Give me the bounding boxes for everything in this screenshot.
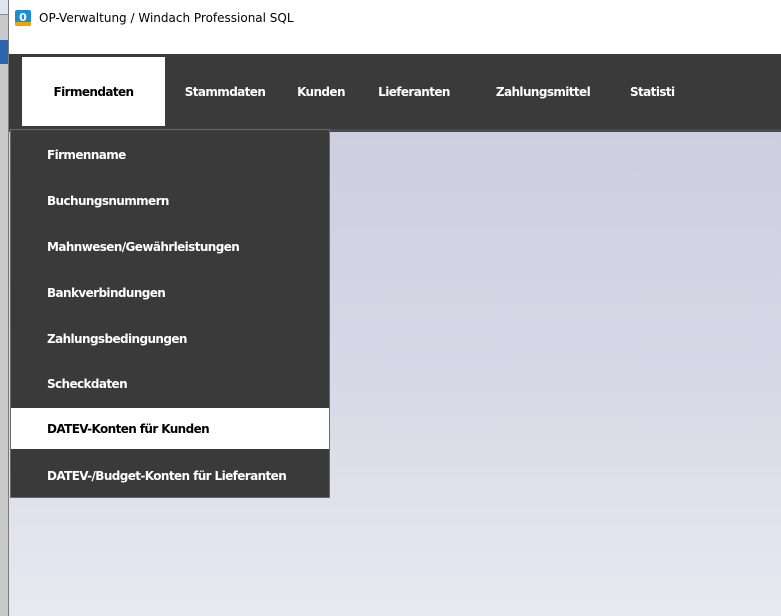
menu-item-statistik[interactable]: Statisti: [616, 54, 696, 129]
app-window: 0 OP-Verwaltung / Windach Professional S…: [8, 0, 781, 616]
dropdown-item-mahnwesen[interactable]: Mahnwesen/Gewährleistungen: [11, 226, 329, 267]
background-window-titlebar: [0, 0, 8, 15]
dropdown-item-buchungsnummern[interactable]: Buchungsnummern: [11, 180, 329, 221]
dropdown-item-scheckdaten[interactable]: Scheckdaten: [11, 363, 329, 404]
window-title: OP-Verwaltung / Windach Professional SQL: [39, 11, 294, 25]
dropdown-item-zahlungsbedingungen[interactable]: Zahlungsbedingungen: [11, 318, 329, 359]
desktop-screen: 0 OP-Verwaltung / Windach Professional S…: [0, 0, 781, 616]
app-logo-icon: 0: [15, 10, 31, 26]
menu-spacer: [9, 36, 781, 54]
menu-item-firmendaten[interactable]: Firmendaten: [21, 56, 166, 127]
menu-item-zahlungsmittel[interactable]: Zahlungsmittel: [470, 54, 616, 129]
title-bar[interactable]: 0 OP-Verwaltung / Windach Professional S…: [9, 0, 781, 36]
dropdown-item-firmenname[interactable]: Firmenname: [11, 134, 329, 175]
dropdown-item-datev-lieferanten[interactable]: DATEV-/Budget-Konten für Lieferanten: [11, 455, 329, 496]
menu-item-kunden[interactable]: Kunden: [284, 54, 358, 129]
dropdown-item-bankverbindungen[interactable]: Bankverbindungen: [11, 272, 329, 313]
dropdown-item-datev-kunden[interactable]: DATEV-Konten für Kunden: [11, 408, 329, 449]
app-logo-text: 0: [19, 11, 27, 24]
main-menu-bar: Firmendaten Stammdaten Kunden Lieferante…: [9, 54, 781, 129]
menu-item-stammdaten[interactable]: Stammdaten: [166, 54, 284, 129]
firmendaten-dropdown-menu: Firmenname Buchungsnummern Mahnwesen/Gew…: [10, 129, 330, 498]
menu-item-lieferanten[interactable]: Lieferanten: [358, 54, 470, 129]
background-window-accent: [0, 40, 8, 64]
